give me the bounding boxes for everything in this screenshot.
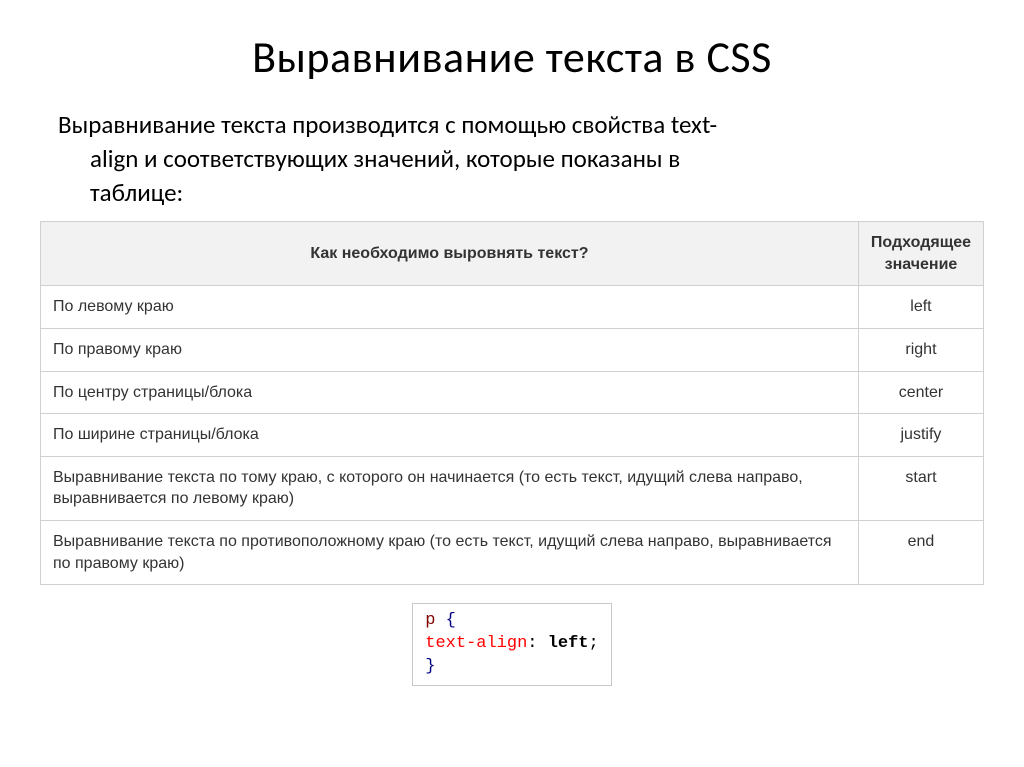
slide-title: Выравнивание текста в CSS xyxy=(40,30,984,84)
table-row: Выравнивание текста по тому краю, с кото… xyxy=(41,456,984,520)
code-example: p { text-align: left; } xyxy=(412,603,611,686)
cell-description: Выравнивание текста по тому краю, с кото… xyxy=(41,456,859,520)
cell-value: end xyxy=(858,521,983,585)
intro-line-1: Выравнивание текста производится с помощ… xyxy=(58,109,717,140)
intro-line-3: таблице: xyxy=(58,176,974,210)
table-row: По ширине страницы/блока justify xyxy=(41,414,984,457)
header-description: Как необходимо выровнять текст? xyxy=(41,222,859,286)
cell-value: center xyxy=(858,371,983,414)
intro-paragraph: Выравнивание текста производится с помощ… xyxy=(40,108,984,209)
cell-description: По центру страницы/блока xyxy=(41,371,859,414)
cell-value: justify xyxy=(858,414,983,457)
table-row: По левому краю left xyxy=(41,286,984,329)
cell-description: По правому краю xyxy=(41,329,859,372)
code-colon: : xyxy=(527,634,537,653)
code-selector: p xyxy=(425,611,435,630)
code-brace-close: } xyxy=(425,657,435,676)
cell-value: left xyxy=(858,286,983,329)
table-row: По центру страницы/блока center xyxy=(41,371,984,414)
code-semicolon: ; xyxy=(589,634,599,653)
cell-value: start xyxy=(858,456,983,520)
cell-description: По ширине страницы/блока xyxy=(41,414,859,457)
header-value: Подходящее значение xyxy=(858,222,983,286)
cell-description: По левому краю xyxy=(41,286,859,329)
cell-description: Выравнивание текста по противоположному … xyxy=(41,521,859,585)
code-example-wrap: p { text-align: left; } xyxy=(40,603,984,686)
code-line-2: text-align: left; xyxy=(425,633,598,656)
text-align-table: Как необходимо выровнять текст? Подходящ… xyxy=(40,221,984,585)
table-row: По правому краю right xyxy=(41,329,984,372)
table-row: Выравнивание текста по противоположному … xyxy=(41,521,984,585)
code-property: text-align xyxy=(425,634,527,653)
code-line-1: p { xyxy=(425,610,598,633)
code-brace-open: { xyxy=(446,611,456,630)
code-value: left xyxy=(548,634,589,653)
code-line-3: } xyxy=(425,656,598,679)
table-header-row: Как необходимо выровнять текст? Подходящ… xyxy=(41,222,984,286)
cell-value: right xyxy=(858,329,983,372)
intro-line-2: align и соответствующих значений, которы… xyxy=(58,142,974,176)
